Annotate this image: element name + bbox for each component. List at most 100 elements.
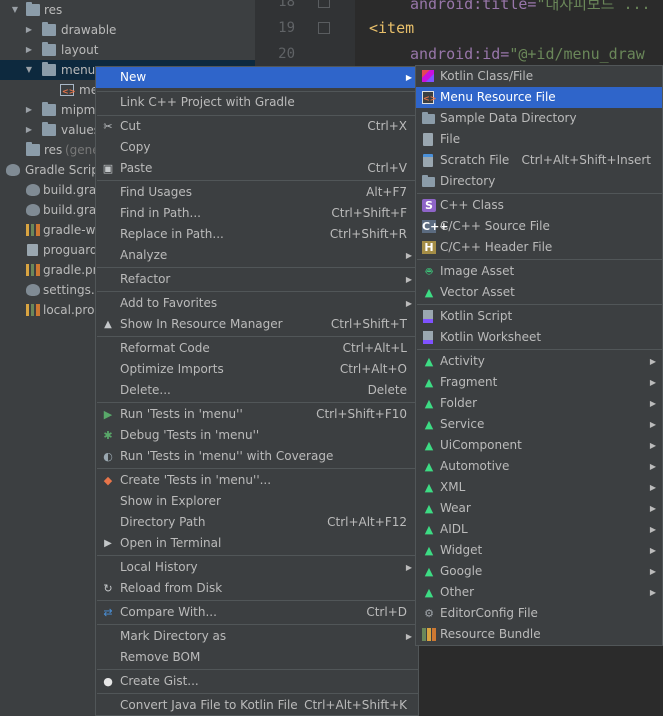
new-service[interactable]: ▲ Service ▶ <box>416 414 662 435</box>
menu-item-delete[interactable]: Delete... Delete <box>96 380 418 401</box>
menu-item-label: Paste <box>120 161 153 175</box>
new-scratch-file[interactable]: Scratch File Ctrl+Alt+Shift+Insert <box>416 150 662 171</box>
chevron-right-icon[interactable]: ▶ <box>24 40 34 60</box>
menu-item-remove-bom[interactable]: Remove BOM <box>96 647 418 668</box>
new-resource-bundle[interactable]: Resource Bundle <box>416 624 662 645</box>
menu-item-local-history[interactable]: Local History ▶ <box>96 557 418 578</box>
menu-item-copy[interactable]: Copy <box>96 137 418 158</box>
menu-item-label: Analyze <box>120 248 168 262</box>
menu-item-debug-tests[interactable]: ✱ Debug 'Tests in 'menu'' <box>96 425 418 446</box>
new-activity[interactable]: ▲ Activity ▶ <box>416 351 662 372</box>
chevron-right-icon[interactable]: ▶ <box>24 20 34 40</box>
menu-separator <box>97 180 419 181</box>
submenu-arrow-icon: ▶ <box>649 504 656 513</box>
folder-icon <box>42 22 56 36</box>
code-editor[interactable]: 18 19 20 android:title="대사피보드 ... <item … <box>255 0 663 70</box>
menu-separator <box>417 304 663 305</box>
menu-item-shortcut: Ctrl+Shift+F10 <box>316 407 407 421</box>
chevron-down-icon[interactable]: ▼ <box>24 60 34 80</box>
chevron-down-icon[interactable]: ▼ <box>10 0 20 20</box>
gradle-icon <box>6 164 20 176</box>
menu-item-replace-in-path[interactable]: Replace in Path... Ctrl+Shift+R <box>96 224 418 245</box>
menu-item-create-tests[interactable]: ◆ Create 'Tests in 'menu''... <box>96 470 418 491</box>
menu-item-refactor[interactable]: Refactor ▶ <box>96 269 418 290</box>
menu-item-compare-with[interactable]: ⇄ Compare With... Ctrl+D <box>96 602 418 623</box>
new-cpp-source-file[interactable]: C++ C/C++ Source File <box>416 216 662 237</box>
new-wear[interactable]: ▲ Wear ▶ <box>416 498 662 519</box>
tree-item-layout[interactable]: ▶ layout <box>0 40 255 60</box>
new-kotlin-worksheet[interactable]: Kotlin Worksheet <box>416 327 662 348</box>
menu-item-open-in-terminal[interactable]: ▶ Open in Terminal <box>96 533 418 554</box>
fold-marker-icon[interactable] <box>318 22 330 34</box>
menu-item-label: Reload from Disk <box>120 581 223 595</box>
menu-item-add-to-favorites[interactable]: Add to Favorites ▶ <box>96 293 418 314</box>
new-kotlin-class-file[interactable]: Kotlin Class/File <box>416 66 662 87</box>
menu-item-create-gist[interactable]: ● Create Gist... <box>96 671 418 692</box>
new-aidl[interactable]: ▲ AIDL ▶ <box>416 519 662 540</box>
menu-item-label: Menu Resource File <box>440 90 556 104</box>
new-google[interactable]: ▲ Google ▶ <box>416 561 662 582</box>
android-icon: ▲ <box>424 439 434 452</box>
menu-item-show-in-explorer[interactable]: Show in Explorer <box>96 491 418 512</box>
folder-icon <box>42 102 56 116</box>
new-folder[interactable]: ▲ Folder ▶ <box>416 393 662 414</box>
menu-item-directory-path[interactable]: Directory Path Ctrl+Alt+F12 <box>96 512 418 533</box>
file-icon <box>27 244 38 256</box>
menu-item-label: Cut <box>120 119 141 133</box>
tree-item-label: local.prop <box>43 303 103 317</box>
menu-item-label: Optimize Imports <box>120 362 224 376</box>
menu-item-shortcut: Ctrl+Shift+T <box>330 317 407 331</box>
menu-item-label: Kotlin Class/File <box>440 69 534 83</box>
android-icon: ▲ <box>424 523 434 536</box>
new-cpp-class[interactable]: S C++ Class <box>416 195 662 216</box>
new-editorconfig-file[interactable]: ⚙ EditorConfig File <box>416 603 662 624</box>
tree-item-drawable[interactable]: ▶ drawable <box>0 20 255 40</box>
new-vector-asset[interactable]: ▲ Vector Asset <box>416 282 662 303</box>
new-sample-data-directory[interactable]: Sample Data Directory <box>416 108 662 129</box>
new-uicomponent[interactable]: ▲ UiComponent ▶ <box>416 435 662 456</box>
new-menu-resource-file[interactable]: <> Menu Resource File <box>416 87 662 108</box>
chevron-right-icon[interactable]: ▶ <box>24 100 34 120</box>
menu-item-label: Convert Java File to Kotlin File <box>120 698 298 712</box>
menu-item-convert-java-to-kotlin[interactable]: Convert Java File to Kotlin File Ctrl+Al… <box>96 695 418 716</box>
tree-item-res[interactable]: ▼ res <box>0 0 255 20</box>
project-context-menu: New ▶ Link C++ Project with Gradle ✂ Cut… <box>95 66 419 716</box>
new-xml[interactable]: ▲ XML ▶ <box>416 477 662 498</box>
menu-item-reload-from-disk[interactable]: ↻ Reload from Disk <box>96 578 418 599</box>
menu-item-find-usages[interactable]: Find Usages Alt+F7 <box>96 182 418 203</box>
menu-item-find-in-path[interactable]: Find in Path... Ctrl+Shift+F <box>96 203 418 224</box>
menu-item-label: Find Usages <box>120 185 193 199</box>
chevron-right-icon[interactable]: ▶ <box>24 120 34 140</box>
new-automotive[interactable]: ▲ Automotive ▶ <box>416 456 662 477</box>
android-icon: ▲ <box>424 502 434 515</box>
new-other[interactable]: ▲ Other ▶ <box>416 582 662 603</box>
new-cpp-header-file[interactable]: H C/C++ Header File <box>416 237 662 258</box>
menu-item-link-cpp[interactable]: Link C++ Project with Gradle <box>96 92 418 113</box>
menu-separator <box>417 259 663 260</box>
new-widget[interactable]: ▲ Widget ▶ <box>416 540 662 561</box>
menu-item-optimize-imports[interactable]: Optimize Imports Ctrl+Alt+O <box>96 359 418 380</box>
menu-item-show-in-resource-manager[interactable]: ▲ Show In Resource Manager Ctrl+Shift+T <box>96 314 418 335</box>
submenu-arrow-icon: ▶ <box>649 483 656 492</box>
menu-item-label: Remove BOM <box>120 650 201 664</box>
new-fragment[interactable]: ▲ Fragment ▶ <box>416 372 662 393</box>
menu-item-paste[interactable]: ▣ Paste Ctrl+V <box>96 158 418 179</box>
menu-item-cut[interactable]: ✂ Cut Ctrl+X <box>96 116 418 137</box>
menu-item-label: XML <box>440 480 466 494</box>
menu-item-run-with-coverage[interactable]: ◐ Run 'Tests in 'menu'' with Coverage <box>96 446 418 467</box>
menu-item-mark-directory-as[interactable]: Mark Directory as ▶ <box>96 626 418 647</box>
kotlin-file-icon <box>423 331 433 344</box>
fold-marker-icon[interactable] <box>318 0 330 8</box>
new-kotlin-script[interactable]: Kotlin Script <box>416 306 662 327</box>
menu-separator <box>417 349 663 350</box>
menu-separator <box>97 468 419 469</box>
menu-item-run-tests[interactable]: ▶ Run 'Tests in 'menu'' Ctrl+Shift+F10 <box>96 404 418 425</box>
menu-item-analyze[interactable]: Analyze ▶ <box>96 245 418 266</box>
menu-item-label: Compare With... <box>120 605 217 619</box>
menu-item-new[interactable]: New ▶ <box>96 67 418 88</box>
new-image-asset[interactable]: 🤖︎ Image Asset <box>416 261 662 282</box>
new-directory[interactable]: Directory <box>416 171 662 192</box>
menu-item-reformat-code[interactable]: Reformat Code Ctrl+Alt+L <box>96 338 418 359</box>
new-file[interactable]: File <box>416 129 662 150</box>
scratch-file-icon <box>423 154 433 167</box>
